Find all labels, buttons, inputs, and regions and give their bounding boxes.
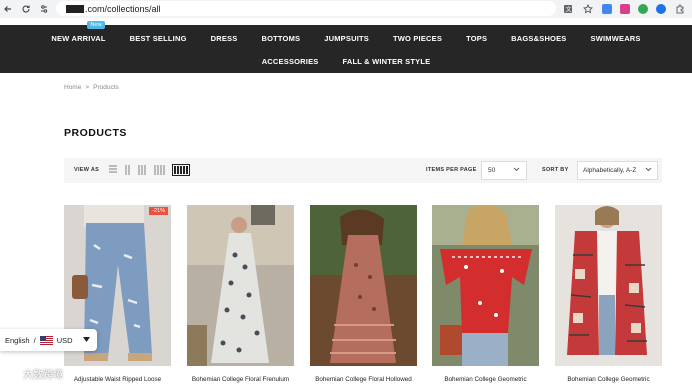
- page-title: PRODUCTS: [64, 127, 127, 139]
- extension-green-icon[interactable]: [638, 4, 648, 14]
- translate-icon[interactable]: 文: [562, 3, 574, 15]
- extension-pink-icon[interactable]: [620, 4, 630, 14]
- product-title[interactable]: Bohemian College Geometric: [555, 376, 662, 383]
- nav-item-tops[interactable]: TOPS: [466, 34, 487, 43]
- reload-icon[interactable]: [20, 3, 32, 15]
- breadcrumb-separator: >: [85, 84, 90, 91]
- nav-item-best-selling[interactable]: BEST SELLING: [130, 34, 187, 43]
- nav-item-bottoms[interactable]: BOTTOMS: [261, 34, 300, 43]
- product-image-kimono[interactable]: [555, 205, 662, 366]
- extension-avatar-icon[interactable]: [656, 4, 666, 14]
- language-currency-selector[interactable]: English / USD: [0, 329, 97, 351]
- breadcrumb-current: Products: [93, 84, 119, 91]
- extensions-puzzle-icon[interactable]: [674, 3, 686, 15]
- nav-item-bags-shoes[interactable]: BAGS&SHOES: [511, 34, 566, 43]
- product-title[interactable]: Bohemian College Floral Frenulum: [187, 376, 294, 383]
- extensions-area: 文: [562, 3, 686, 15]
- caret-down-icon: [82, 336, 90, 344]
- breadcrumb: Home > Products: [64, 84, 119, 91]
- product-title[interactable]: Bohemian College Geometric: [432, 376, 539, 383]
- grid-3-view-icon[interactable]: [137, 164, 147, 176]
- view-as-label: VIEW AS: [74, 167, 100, 173]
- discount-badge: -21%: [149, 207, 168, 215]
- address-bar[interactable]: .com/collections/all: [56, 1, 556, 16]
- product-card[interactable]: Bohemian College Floral Frenulum: [187, 205, 294, 387]
- product-image-red-top[interactable]: [432, 205, 539, 366]
- list-view-icon[interactable]: [108, 164, 118, 176]
- watermark: 大数跨境: [6, 366, 63, 381]
- product-card[interactable]: Bohemian College Geometric: [432, 205, 539, 387]
- url-text: .com/collections/all: [85, 3, 161, 14]
- nav-item-dress[interactable]: DRESS: [211, 34, 238, 43]
- sort-by-select[interactable]: Alphabetically, A-Z: [577, 161, 658, 180]
- browser-toolbar: .com/collections/all 文: [0, 0, 692, 18]
- currency-code: USD: [56, 335, 73, 345]
- watermark-logo-icon: [6, 366, 20, 381]
- product-card[interactable]: Bohemian College Floral Hollowed: [310, 205, 417, 387]
- svg-text:文: 文: [566, 6, 572, 14]
- grid-2-view-icon[interactable]: [124, 164, 131, 176]
- grid-5-view-icon[interactable]: [172, 164, 190, 176]
- watermark-text: 大数跨境: [23, 370, 63, 381]
- product-image-floral-dress[interactable]: [187, 205, 294, 366]
- main-navigation: NEW ARRIVAL New BEST SELLING DRESS BOTTO…: [0, 21, 692, 73]
- items-per-page-value: 50: [488, 167, 496, 174]
- redacted-domain: [66, 4, 84, 13]
- breadcrumb-home[interactable]: Home: [64, 84, 81, 91]
- nav-item-fall-winter-style[interactable]: FALL & WINTER STYLE: [342, 57, 430, 66]
- us-flag-icon: [39, 335, 53, 345]
- selector-separator: /: [33, 335, 36, 345]
- items-per-page-label: ITEMS PER PAGE: [426, 167, 477, 173]
- product-card[interactable]: -21% Adjustable Waist Ripped Loose: [64, 205, 171, 387]
- nav-row-secondary: ACCESSORIES FALL & WINTER STYLE: [0, 57, 692, 66]
- product-card[interactable]: Bohemian College Geometric: [555, 205, 662, 387]
- bookmark-star-icon[interactable]: [582, 3, 594, 15]
- grid-4-view-icon[interactable]: [153, 164, 166, 176]
- product-title[interactable]: Adjustable Waist Ripped Loose: [64, 376, 171, 383]
- nav-item-accessories[interactable]: ACCESSORIES: [262, 57, 319, 66]
- items-per-page-select[interactable]: 50: [481, 161, 527, 180]
- new-badge: New: [87, 21, 105, 29]
- nav-item-label: NEW ARRIVAL: [51, 34, 106, 43]
- chevron-down-icon: [645, 167, 652, 174]
- nav-item-two-pieces[interactable]: TWO PIECES: [393, 34, 442, 43]
- language-label: English: [5, 335, 30, 345]
- product-image-hollowed-dress[interactable]: [310, 205, 417, 366]
- chevron-down-icon: [513, 167, 520, 174]
- nav-item-new-arrival[interactable]: NEW ARRIVAL New: [51, 21, 106, 43]
- collection-toolbar: VIEW AS ITEMS PER PAGE 50 SORT BY Alphab…: [64, 158, 662, 183]
- nav-item-swimwears[interactable]: SWIMWEARS: [591, 34, 641, 43]
- sort-by-value: Alphabetically, A-Z: [583, 167, 637, 174]
- site-settings-icon[interactable]: [38, 3, 50, 15]
- product-title[interactable]: Bohemian College Floral Hollowed: [310, 376, 417, 383]
- nav-row-primary: NEW ARRIVAL New BEST SELLING DRESS BOTTO…: [0, 21, 692, 43]
- back-icon[interactable]: [2, 3, 14, 15]
- nav-item-jumpsuits[interactable]: JUMPSUITS: [324, 34, 369, 43]
- sort-by-label: SORT BY: [542, 167, 569, 173]
- extension-google-icon[interactable]: [602, 4, 612, 14]
- view-mode-switcher: [108, 164, 190, 176]
